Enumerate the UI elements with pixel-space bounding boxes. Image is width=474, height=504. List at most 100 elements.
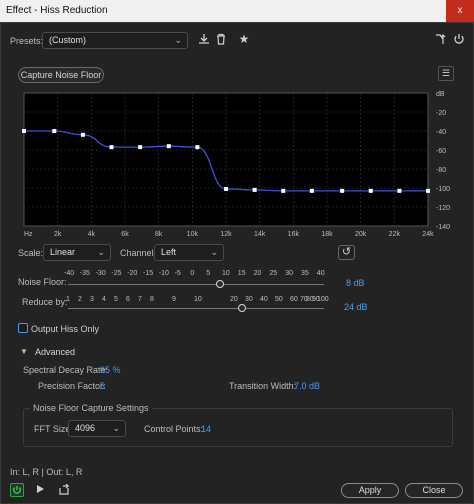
noise-floor-graph[interactable]: dB -20 -40 -60 -80 -100 -120 -140 Hz 2k 4k 6k 8k 10k… bbox=[20, 90, 470, 240]
noise-floor-value[interactable]: 8 dB bbox=[346, 278, 365, 288]
curve-control-point bbox=[109, 145, 114, 150]
db-tick-label: dB bbox=[436, 91, 445, 98]
chevron-down-icon: ⌄ bbox=[97, 247, 105, 257]
hz-tick-label: 6k bbox=[121, 231, 129, 238]
curve-control-point bbox=[368, 188, 373, 193]
control-points-value[interactable]: 14 bbox=[201, 424, 211, 434]
advanced-section-toggle[interactable]: Advanced bbox=[35, 347, 75, 357]
download-preset-icon[interactable] bbox=[197, 33, 211, 47]
reduce-by-track[interactable] bbox=[68, 308, 324, 309]
slider-tick-label: 50 bbox=[275, 296, 283, 303]
slider-tick-label: 40 bbox=[316, 270, 325, 277]
presets-label: Presets: bbox=[10, 36, 44, 46]
curve-control-point bbox=[138, 145, 143, 150]
db-tick-label: -40 bbox=[436, 129, 446, 136]
scale-label: Scale: bbox=[18, 248, 44, 258]
capture-settings-title: Noise Floor Capture Settings bbox=[30, 403, 152, 413]
hz-tick-label: 14k bbox=[254, 231, 266, 238]
title-bar: Effect - Hiss Reduction x bbox=[0, 0, 474, 22]
power-icon[interactable] bbox=[452, 33, 466, 47]
hz-tick-label: 4k bbox=[88, 231, 96, 238]
play-icon[interactable] bbox=[33, 484, 47, 498]
hz-tick-label: 22k bbox=[389, 231, 401, 238]
close-button[interactable]: Close bbox=[405, 483, 463, 498]
output-hiss-only-checkbox[interactable] bbox=[18, 323, 28, 333]
slider-tick-label: 0 bbox=[190, 270, 195, 277]
db-tick-label: -100 bbox=[436, 186, 450, 193]
reduce-by-slider-handle[interactable] bbox=[238, 304, 246, 312]
scale-select[interactable]: Linear ⌄ bbox=[43, 244, 111, 261]
presets-select[interactable]: (Custom) ⌄ bbox=[42, 32, 188, 49]
scale-value: Linear bbox=[50, 247, 76, 257]
curve-control-point bbox=[80, 132, 85, 137]
hz-tick-label: 24k bbox=[422, 231, 434, 238]
channel-select[interactable]: Left ⌄ bbox=[154, 244, 224, 261]
slider-tick-label: -25 bbox=[111, 270, 122, 277]
curve-control-point bbox=[224, 186, 228, 191]
chevron-down-icon: ⌄ bbox=[210, 247, 218, 257]
channel-label: Channel: bbox=[120, 248, 157, 258]
hz-tick-label: 8k bbox=[155, 231, 163, 238]
reduce-by-value[interactable]: 24 dB bbox=[344, 302, 368, 312]
slider-tick-label: 30 bbox=[245, 296, 253, 303]
reduce-by-label: Reduce by: bbox=[22, 297, 68, 307]
slider-tick-label: 30 bbox=[285, 270, 293, 277]
curve-control-point bbox=[166, 144, 171, 149]
spectral-decay-value[interactable]: 65 % bbox=[100, 365, 121, 375]
capture-noise-floor-button[interactable]: Capture Noise Floor bbox=[18, 67, 104, 83]
noise-floor-slider-handle[interactable] bbox=[216, 280, 224, 288]
curve-control-point bbox=[195, 145, 200, 150]
menu-list-icon[interactable]: ☰ bbox=[438, 66, 454, 81]
slider-tick-label: 6 bbox=[126, 296, 130, 303]
slider-tick-label: 25 bbox=[269, 270, 278, 277]
db-tick-label: -20 bbox=[436, 110, 446, 117]
presets-value: (Custom) bbox=[49, 35, 87, 45]
spectral-decay-label: Spectral Decay Rate: bbox=[23, 365, 109, 375]
reset-graph-icon[interactable]: ↺ bbox=[338, 245, 355, 260]
hz-tick-label: 20k bbox=[355, 231, 367, 238]
noise-floor-track[interactable] bbox=[68, 284, 324, 285]
channel-value: Left bbox=[161, 247, 177, 257]
hz-tick-label: 18k bbox=[321, 231, 333, 238]
slider-tick-label: 10 bbox=[194, 296, 202, 303]
slider-tick-label: -10 bbox=[158, 270, 169, 277]
curve-control-point bbox=[309, 188, 314, 193]
slider-tick-label: -40 bbox=[64, 270, 75, 277]
curve-control-point bbox=[252, 187, 257, 192]
transition-width-label: Transition Width: bbox=[229, 381, 297, 391]
favorite-star-icon[interactable]: ★ bbox=[237, 32, 251, 46]
db-tick-label: -60 bbox=[436, 148, 446, 155]
curve-control-point bbox=[426, 188, 430, 193]
slider-tick-label: 15 bbox=[237, 270, 246, 277]
power-toggle-button[interactable] bbox=[10, 483, 24, 497]
noise-floor-scale: -40 -35 -30 -25 -20 -15 -10 -5 0 5 10 15 20 25 30 35 40 bbox=[64, 270, 328, 280]
slider-tick-label: 1 bbox=[66, 296, 70, 303]
precision-factor-value[interactable]: 5 bbox=[100, 381, 105, 391]
slider-tick-label: 2 bbox=[78, 296, 82, 303]
chevron-down-icon[interactable]: ▼ bbox=[20, 347, 28, 356]
slider-tick-label: 5 bbox=[206, 270, 211, 277]
apply-button[interactable]: Apply bbox=[341, 483, 399, 498]
delete-preset-icon[interactable] bbox=[214, 33, 228, 47]
close-window-button[interactable]: x bbox=[446, 0, 474, 22]
slider-tick-label: 20 bbox=[230, 296, 238, 303]
db-tick-label: -80 bbox=[436, 167, 446, 174]
slider-tick-label: 10 bbox=[222, 270, 230, 277]
io-status: In: L, R | Out: L, R bbox=[10, 467, 83, 477]
hz-tick-label: 10k bbox=[187, 231, 199, 238]
curve-control-point bbox=[397, 188, 402, 193]
hz-tick-label: 16k bbox=[288, 231, 300, 238]
slider-tick-label: 35 bbox=[301, 270, 309, 277]
db-tick-label: -140 bbox=[436, 224, 450, 231]
curve-control-point bbox=[281, 188, 286, 193]
hz-tick-label: 2k bbox=[54, 231, 62, 238]
output-hiss-only-label: Output Hiss Only bbox=[31, 324, 100, 334]
loop-icon[interactable] bbox=[57, 483, 71, 498]
slider-tick-label: -5 bbox=[174, 270, 181, 277]
fft-size-select[interactable]: 4096 ⌄ bbox=[68, 420, 126, 437]
slider-tick-label: 7 bbox=[138, 296, 142, 303]
routing-icon[interactable] bbox=[434, 33, 448, 47]
transition-width-value[interactable]: 7.0 dB bbox=[294, 381, 320, 391]
slider-tick-label: -35 bbox=[79, 270, 90, 277]
fft-size-value: 4096 bbox=[75, 423, 96, 433]
